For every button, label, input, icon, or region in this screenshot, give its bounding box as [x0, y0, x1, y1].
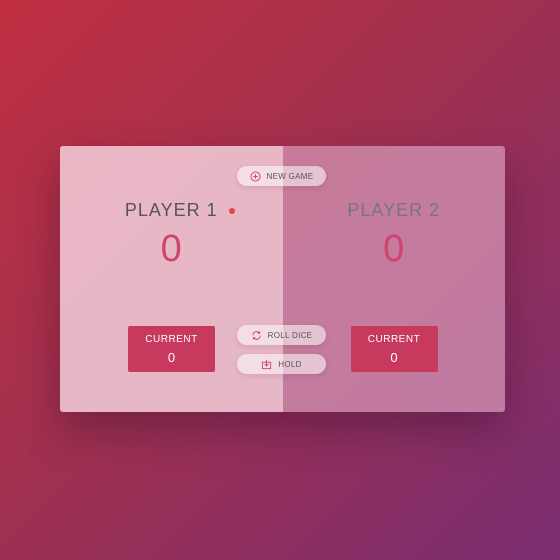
new-game-label: NEW GAME	[266, 171, 314, 181]
roll-dice-label: ROLL DICE	[267, 330, 313, 340]
player-1-current-label: CURRENT	[145, 334, 198, 345]
player-2-current-box: CURRENT 0	[350, 326, 438, 372]
player-1-current-score: 0	[167, 350, 176, 365]
hold-button[interactable]: HOLD	[237, 354, 326, 374]
player-2-current-score: 0	[390, 350, 398, 365]
player-1-name-wrap: PLAYER 1	[124, 200, 235, 221]
hold-label: HOLD	[278, 359, 302, 369]
player-2-current-label: CURRENT	[367, 334, 421, 345]
player-1-current-box: CURRENT 0	[128, 326, 215, 372]
player-2-name: PLAYER 2	[347, 200, 441, 220]
download-tray-icon	[261, 359, 272, 370]
player-2-score: 0	[383, 228, 405, 270]
player-1-name: PLAYER 1	[124, 200, 218, 220]
roll-dice-button[interactable]: ROLL DICE	[237, 325, 326, 345]
new-game-button[interactable]: NEW GAME	[237, 166, 326, 186]
player-1-score: 0	[160, 228, 182, 270]
plus-circle-icon	[250, 170, 261, 182]
active-player-indicator	[228, 208, 235, 214]
refresh-icon	[251, 330, 262, 341]
